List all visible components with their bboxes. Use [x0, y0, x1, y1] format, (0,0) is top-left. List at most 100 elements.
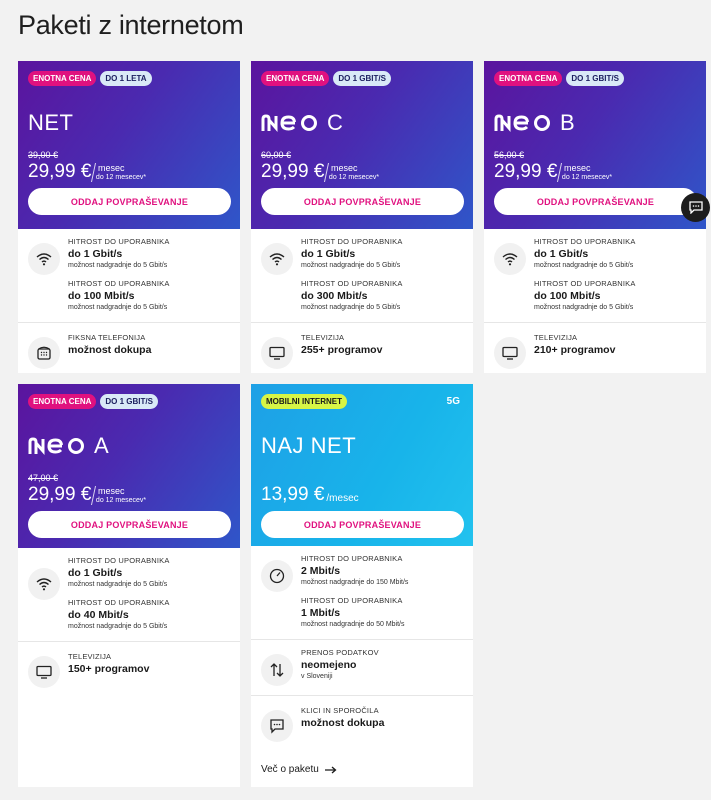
- feature-speed: HITROST DO UPORABNIKA do 1 Gbit/s možnost …: [18, 229, 240, 323]
- feature-label: FIKSNA TELEFONIJA: [68, 333, 146, 342]
- badge-duration: DO 1 LETA: [100, 71, 152, 86]
- badge-speed: DO 1 GBIT/S: [100, 394, 158, 409]
- feature-phone: FIKSNA TELEFONIJA možnost dokupa: [18, 323, 240, 378]
- feature-value: do 100 Mbit/s: [68, 290, 135, 302]
- speedometer-icon: [261, 560, 293, 592]
- feature-label: KLICI IN SPOROČILA: [301, 706, 379, 715]
- feature-note: možnost nadgradnje do 5 Gbit/s: [68, 262, 168, 269]
- package-hero: ENOTNA CENA DO 1 GBIT/S C 60,00 € 29,99 …: [251, 61, 473, 229]
- feature-label: HITROST DO UPORABNIKA: [534, 237, 636, 246]
- price-row: 29,99 € mesec do 12 mesecev*: [494, 161, 616, 183]
- feature-note: možnost nadgradnje do 150 Mbit/s: [301, 579, 409, 586]
- package-card-naj-net: MOBILNI INTERNET 5G NAJ NET 13,99 € /mes…: [251, 384, 473, 787]
- price: 29,99 €: [28, 484, 92, 505]
- feature-tv: TELEVIZIJA 255+ programov: [251, 323, 473, 378]
- price-period: mesec: [98, 486, 125, 496]
- feature-value: 2 Mbit/s: [301, 565, 341, 577]
- old-price: 56,00 €: [494, 150, 525, 160]
- feature-value: 210+ programov: [534, 344, 616, 356]
- more-info-link[interactable]: Več o paketu: [261, 764, 337, 775]
- feature-value: do 100 Mbit/s: [534, 290, 601, 302]
- tv-icon: [28, 656, 60, 688]
- feature-speed: HITROST DO UPORABNIKA do 1 Gbit/s možnost …: [484, 229, 706, 323]
- feature-value: do 1 Gbit/s: [301, 248, 356, 260]
- package-card-neo-a: ENOTNA CENA DO 1 GBIT/S A 47,00 € 29,99 …: [18, 384, 240, 787]
- price-row: 13,99 € /mesec: [261, 484, 359, 506]
- old-price: 47,00 €: [28, 473, 59, 483]
- feature-value: do 1 Gbit/s: [534, 248, 589, 260]
- feature-calls: KLICI IN SPOROČILA možnost dokupa: [251, 696, 473, 751]
- inquiry-button[interactable]: ODDAJ POVPRAŠEVANJE: [494, 188, 697, 215]
- wifi-icon: [28, 243, 60, 275]
- feature-label: HITROST OD UPORABNIKA: [301, 279, 403, 288]
- feature-value: 1 Mbit/s: [301, 607, 341, 619]
- package-card-neo-c: ENOTNA CENA DO 1 GBIT/S C 60,00 € 29,99 …: [251, 61, 473, 373]
- feature-value: 150+ programov: [68, 663, 150, 675]
- feature-label: HITROST DO UPORABNIKA: [68, 237, 170, 246]
- package-hero: ENOTNA CENA DO 1 GBIT/S B 56,00 € 29,99 …: [484, 61, 706, 229]
- feature-label: HITROST DO UPORABNIKA: [68, 556, 170, 565]
- feature-note: možnost nadgradnje do 5 Gbit/s: [534, 304, 634, 311]
- price: 29,99 €: [494, 161, 558, 182]
- price-period: /mesec: [326, 493, 359, 504]
- old-price: 60,00 €: [261, 150, 292, 160]
- feature-note: možnost nadgradnje do 5 Gbit/s: [68, 304, 168, 311]
- price-row: 29,99 € mesec do 12 mesecev*: [261, 161, 383, 183]
- package-hero: MOBILNI INTERNET 5G NAJ NET 13,99 € /mes…: [251, 384, 473, 546]
- package-name: A: [28, 433, 109, 459]
- price: 29,99 €: [28, 161, 92, 182]
- inquiry-button[interactable]: ODDAJ POVPRAŠEVANJE: [261, 511, 464, 538]
- tv-icon: [261, 337, 293, 369]
- price: 29,99 €: [261, 161, 325, 182]
- tv-icon: [494, 337, 526, 369]
- price-row: 29,99 € mesec do 12 mesecev*: [28, 161, 150, 183]
- feature-value: do 300 Mbit/s: [301, 290, 368, 302]
- badge-mobile-internet: MOBILNI INTERNET: [261, 394, 347, 409]
- feature-speed: HITROST DO UPORABNIKA 2 Mbit/s možnost nad…: [251, 546, 473, 640]
- message-icon: [261, 710, 293, 742]
- feature-note: v Sloveniji: [301, 673, 333, 680]
- feature-note: možnost nadgradnje do 5 Gbit/s: [534, 262, 634, 269]
- badge-unified-price: ENOTNA CENA: [494, 71, 563, 86]
- feature-speed: HITROST DO UPORABNIKA do 1 Gbit/s možnost …: [251, 229, 473, 323]
- feature-note: možnost nadgradnje do 5 Gbit/s: [68, 623, 168, 630]
- feature-label: HITROST DO UPORABNIKA: [301, 554, 403, 563]
- feature-tv: TELEVIZIJA 150+ programov: [18, 642, 240, 697]
- feature-data: PRENOS PODATKOV neomejeno v Sloveniji: [251, 640, 473, 696]
- phone-icon: [28, 337, 60, 369]
- feature-note: možnost nadgradnje do 5 Gbit/s: [301, 304, 401, 311]
- chat-button[interactable]: [681, 193, 710, 222]
- price-row: 29,99 € mesec do 12 mesecev*: [28, 484, 150, 506]
- feature-label: HITROST OD UPORABNIKA: [301, 596, 403, 605]
- feature-tv: TELEVIZIJA 210+ programov: [484, 323, 706, 378]
- neo-logo-icon: [28, 437, 84, 455]
- price-term: do 12 mesecev*: [329, 174, 380, 181]
- inquiry-button[interactable]: ODDAJ POVPRAŠEVANJE: [261, 188, 464, 215]
- page-title: Paketi z internetom: [18, 10, 244, 40]
- feature-value: do 1 Gbit/s: [68, 248, 123, 260]
- inquiry-button[interactable]: ODDAJ POVPRAŠEVANJE: [28, 188, 231, 215]
- package-name: NAJ NET: [261, 433, 357, 458]
- feature-value: do 1 Gbit/s: [68, 567, 123, 579]
- badge-unified-price: ENOTNA CENA: [28, 394, 97, 409]
- wifi-icon: [28, 568, 60, 600]
- package-card-neo-b: ENOTNA CENA DO 1 GBIT/S B 56,00 € 29,99 …: [484, 61, 706, 373]
- neo-logo-icon: [494, 114, 550, 132]
- price-term: do 12 mesecev*: [562, 174, 613, 181]
- price-term: do 12 mesecev*: [96, 497, 147, 504]
- old-price: 39,00 €: [28, 150, 59, 160]
- price: 13,99 €: [261, 484, 325, 505]
- inquiry-button[interactable]: ODDAJ POVPRAŠEVANJE: [28, 511, 231, 538]
- feature-value: neomejeno: [301, 659, 357, 671]
- badge-unified-price: ENOTNA CENA: [261, 71, 330, 86]
- feature-note: možnost nadgradnje do 50 Mbit/s: [301, 621, 405, 628]
- feature-label: PRENOS PODATKOV: [301, 648, 379, 657]
- more-info-label: Več o paketu: [261, 764, 319, 775]
- package-card-net: ENOTNA CENA DO 1 LETA NET 39,00 € 29,99 …: [18, 61, 240, 373]
- transfer-arrows-icon: [261, 654, 293, 686]
- package-hero: ENOTNA CENA DO 1 GBIT/S A 47,00 € 29,99 …: [18, 384, 240, 548]
- chat-icon: [688, 201, 703, 214]
- feature-value: 255+ programov: [301, 344, 383, 356]
- feature-speed: HITROST DO UPORABNIKA do 1 Gbit/s možnost …: [18, 548, 240, 642]
- price-period: mesec: [331, 163, 358, 173]
